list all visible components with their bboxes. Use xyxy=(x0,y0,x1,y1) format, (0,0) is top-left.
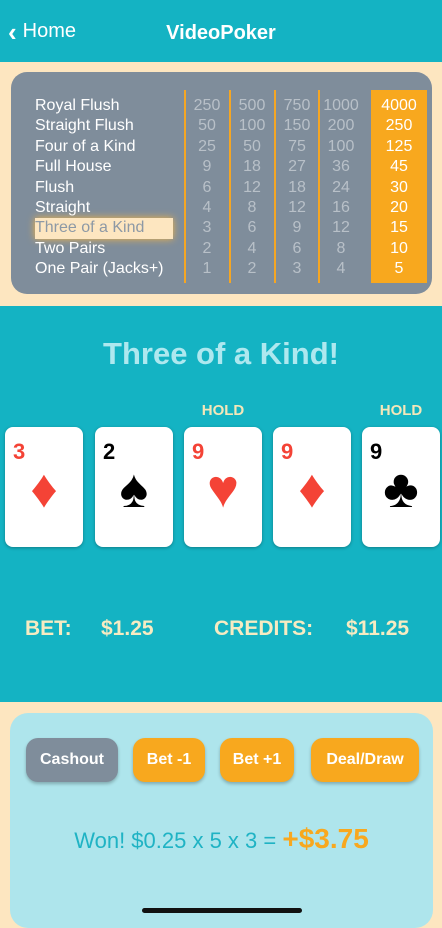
payout-cell: 3 xyxy=(202,219,212,237)
card[interactable]: 9 ♣ xyxy=(362,427,440,547)
payout-cell: 4 xyxy=(336,260,346,278)
credits-label: CREDITS: xyxy=(214,617,314,640)
home-indicator[interactable] xyxy=(142,908,302,913)
payout-cell: 18 xyxy=(288,178,306,196)
hold-label: HOLD xyxy=(201,402,245,419)
payout-cell: 250 xyxy=(193,97,221,114)
hand-label: Four of a Kind xyxy=(35,137,136,155)
hand-label: Flush xyxy=(35,178,75,196)
payout-cell: 4000 xyxy=(381,97,417,114)
page-title: VideoPoker xyxy=(166,22,276,44)
payout-cell: 1 xyxy=(202,260,212,278)
hand-label: Straight Flush xyxy=(35,117,134,135)
payout-cell: 6 xyxy=(202,178,212,196)
hand-label: Royal Flush xyxy=(35,97,120,114)
hand-label-highlighted: Three of a Kind xyxy=(35,218,173,239)
payout-cell: 27 xyxy=(288,158,306,176)
payout-cell: 3 xyxy=(292,260,302,278)
paytable-column-3: 750 150 75 27 18 12 9 6 3 xyxy=(274,90,318,283)
bet-plus-button[interactable]: Bet +1 xyxy=(220,738,294,782)
payout-cell: 6 xyxy=(292,239,302,257)
game-area: Three of a Kind! 3 ♦ 2 ♠ HOLD 9 ♥ 9 ♦ HOLD 9 ♣ BET:… xyxy=(0,306,442,702)
paytable-column-4: 1000 200 100 36 24 16 12 8 4 xyxy=(318,90,362,283)
payout-cell: 5 xyxy=(394,260,404,278)
payout-cell: 75 xyxy=(288,137,306,155)
payout-cell: 100 xyxy=(327,137,355,155)
payout-cell: 4 xyxy=(247,239,257,257)
credits-value: $11.25 xyxy=(346,617,410,640)
deal-draw-button[interactable]: Deal/Draw xyxy=(311,738,419,782)
payout-cell: 16 xyxy=(332,198,350,216)
payout-cell: 10 xyxy=(390,239,408,257)
hand-label: Straight xyxy=(35,198,91,216)
win-message: Won! $0.25 x 5 x 3 = +$3.75 xyxy=(10,823,433,855)
paytable-column-2: 500 100 50 18 12 8 6 4 2 xyxy=(229,90,273,283)
payout-cell: 30 xyxy=(390,178,408,196)
payout-cell: 4 xyxy=(202,198,212,216)
card-suit-icon: ♥ xyxy=(206,459,240,519)
payout-cell: 250 xyxy=(385,117,413,135)
payout-cell: 1000 xyxy=(323,97,359,114)
bet-value: $1.25 xyxy=(101,617,154,640)
win-amount: +$3.75 xyxy=(282,823,369,854)
controls-panel: Cashout Bet -1 Bet +1 Deal/Draw Won! $0.… xyxy=(10,713,433,928)
payout-cell: 200 xyxy=(327,117,355,135)
payout-cell: 24 xyxy=(332,178,350,196)
payout-cell: 750 xyxy=(283,97,311,114)
result-text: Three of a Kind! xyxy=(103,336,339,371)
hand-label: Full House xyxy=(35,158,112,176)
payout-cell: 50 xyxy=(243,137,261,155)
payout-cell: 12 xyxy=(288,198,306,216)
payout-cell: 18 xyxy=(243,158,261,176)
payout-cell: 9 xyxy=(202,158,212,176)
payout-cell: 2 xyxy=(247,260,257,278)
payout-cell: 20 xyxy=(390,198,408,216)
cashout-button[interactable]: Cashout xyxy=(26,738,118,782)
card-suit-icon: ♣ xyxy=(383,459,419,519)
payout-cell: 9 xyxy=(292,219,302,237)
payout-cell: 6 xyxy=(247,219,257,237)
payout-cell: 8 xyxy=(247,198,257,216)
paytable-column-5: 4000 250 125 45 30 20 15 10 5 xyxy=(371,90,427,283)
payout-cell: 2 xyxy=(202,239,212,257)
paytable: Royal Flush Straight Flush Four of a Kin… xyxy=(11,72,432,294)
hold-label: HOLD xyxy=(379,402,423,419)
card-suit-icon: ♦ xyxy=(298,459,326,519)
payout-cell: 100 xyxy=(238,117,266,135)
payout-cell: 500 xyxy=(238,97,266,114)
bet-minus-button[interactable]: Bet -1 xyxy=(133,738,205,782)
payout-cell: 45 xyxy=(390,158,408,176)
payout-cell: 12 xyxy=(243,178,261,196)
card[interactable]: 3 ♦ xyxy=(5,427,83,547)
bet-label: BET: xyxy=(25,617,72,640)
payout-cell: 150 xyxy=(283,117,311,135)
paytable-column-1: 250 50 25 9 6 4 3 2 1 xyxy=(184,90,228,283)
card[interactable]: 9 ♦ xyxy=(273,427,351,547)
payout-cell: 125 xyxy=(385,137,413,155)
payout-cell: 15 xyxy=(390,219,408,237)
win-text: Won! $0.25 x 5 x 3 = xyxy=(74,828,283,853)
payout-cell: 12 xyxy=(332,219,350,237)
card-suit-icon: ♠ xyxy=(119,459,149,519)
hand-labels: Royal Flush Straight Flush Four of a Kin… xyxy=(35,96,173,280)
card[interactable]: 2 ♠ xyxy=(95,427,173,547)
payout-cell: 8 xyxy=(336,239,346,257)
hand-label: Two Pairs xyxy=(35,239,106,257)
payout-cell: 36 xyxy=(332,158,350,176)
hand-label: One Pair (Jacks+) xyxy=(35,260,164,278)
card[interactable]: 9 ♥ xyxy=(184,427,262,547)
payout-cell: 25 xyxy=(198,137,216,155)
payout-cell: 50 xyxy=(198,117,216,135)
card-suit-icon: ♦ xyxy=(30,459,58,519)
nav-bar: ‹ Home VideoPoker xyxy=(0,0,442,62)
